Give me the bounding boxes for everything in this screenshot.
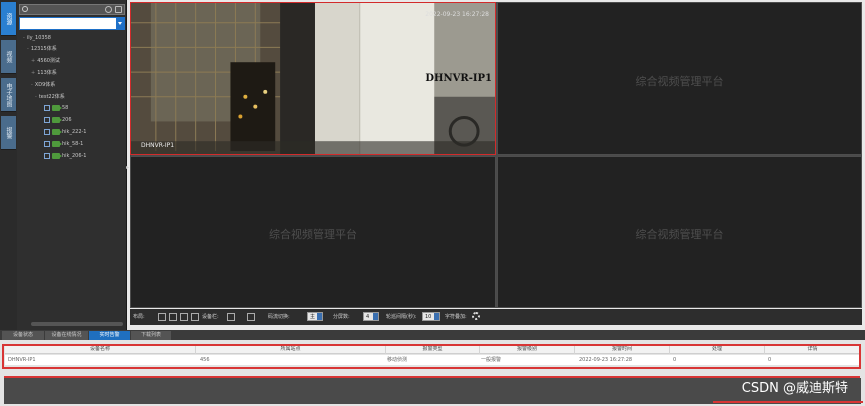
video-channel-title: DHNVR-IP1 (425, 73, 492, 84)
tree-scrollbar[interactable] (31, 322, 123, 326)
tree-filter-select[interactable] (19, 17, 125, 30)
rail-tab-alarm[interactable]: 报警 (1, 116, 16, 150)
chevron-down-icon (116, 18, 124, 29)
layout-label: 布局: (133, 314, 145, 320)
camera-icon (52, 140, 62, 147)
checkbox[interactable] (44, 128, 50, 135)
csdn-watermark: CSDN @威迪斯特 (741, 381, 848, 396)
bottom-tab-bar: 设备状态 设备在线情况 实时告警 下载列表 (0, 330, 865, 340)
search-icon (22, 6, 28, 12)
tree-camera[interactable]: hik_222-1 (44, 128, 86, 136)
video-cell-4[interactable]: 综合视频管理平台 (497, 156, 862, 308)
split-select[interactable]: 4 (363, 312, 379, 321)
layout-4-icon[interactable] (169, 313, 177, 321)
checkbox[interactable] (44, 104, 50, 111)
video-grid: 2022-09-23 16:27:28 DHNVR-IP1 DHNVR-IP1 … (130, 2, 862, 308)
rail-tab-resource[interactable]: 资源 (1, 2, 16, 36)
highlight-box (2, 344, 861, 369)
bottom-panel: 设备状态 设备在线情况 实时告警 下载列表 设备名称 所属站点 报警类型 报警级… (0, 330, 865, 406)
tree-camera[interactable]: 206 (44, 116, 72, 124)
tree-node[interactable]: -12315体系 (27, 45, 57, 53)
rail-tab-map[interactable]: 电子地图 (1, 78, 16, 112)
tree-node[interactable]: +4560测试 (31, 57, 60, 65)
tree-search-input[interactable] (19, 4, 125, 15)
tree-node[interactable]: - ily_10358 (23, 34, 51, 42)
checkbox[interactable] (44, 140, 50, 147)
video-placeholder-text: 综合视频管理平台 (635, 74, 724, 88)
camera-icon (52, 116, 62, 123)
gear-icon[interactable] (472, 312, 480, 320)
checkbox[interactable] (44, 152, 50, 159)
camera-icon (52, 152, 62, 159)
device-list-icon[interactable] (227, 313, 235, 321)
video-toolbar: 布局: 设备栏: 码流切换: 主 分屏数: 4 轮巡间隔(秒): 10 字符叠加… (130, 309, 862, 325)
device-tree-panel: - ily_10358 -12315体系 +4560测试 +113体系 - XD9体… (17, 0, 127, 330)
tab-device-online[interactable]: 设备在线情况 (45, 331, 88, 340)
split-label: 分屏数: (333, 314, 350, 320)
stream-label: 字符叠加: (445, 314, 467, 320)
video-cell-1[interactable]: 2022-09-23 16:27:28 DHNVR-IP1 DHNVR-IP1 (130, 2, 496, 155)
exit-icon[interactable] (247, 313, 255, 321)
interval-select[interactable]: 10 (422, 312, 440, 321)
fullscreen-icon[interactable] (191, 313, 199, 321)
flow-label: 码流切换: (268, 314, 290, 320)
video-placeholder-text: 综合视频管理平台 (269, 228, 357, 241)
highlight-line (4, 376, 860, 382)
checkbox[interactable] (44, 116, 50, 123)
camera-icon (52, 128, 62, 135)
rail-tab-video[interactable]: 视频 (1, 40, 16, 74)
video-timestamp: 2022-09-23 16:27:28 (425, 11, 489, 18)
layout-1-icon[interactable] (158, 313, 166, 321)
tree-camera[interactable]: 58 (44, 104, 68, 112)
collapse-icon[interactable] (115, 6, 122, 13)
video-channel-name: DHNVR-IP1 (141, 142, 175, 149)
panel-collapse-handle[interactable]: ▸ (126, 164, 129, 171)
close-all-icon[interactable] (180, 313, 188, 321)
side-tab-rail: 资源 视频 电子地图 报警 (0, 0, 17, 330)
refresh-icon[interactable] (105, 6, 112, 13)
tab-device-status[interactable]: 设备状态 (2, 331, 44, 340)
video-placeholder-text: 综合视频管理平台 (635, 228, 724, 241)
tree-camera[interactable]: hik_58-1 (44, 140, 83, 148)
tab-download-list[interactable]: 下载列表 (131, 331, 171, 340)
tab-realtime-alarm[interactable]: 实时告警 (89, 331, 130, 340)
tree-node[interactable]: - XD9体系 (31, 81, 55, 89)
tree-node[interactable]: +113体系 (31, 69, 57, 77)
device-label: 设备栏: (202, 314, 219, 320)
video-cell-2[interactable]: 综合视频管理平台 (497, 2, 862, 155)
app-window: 资源 视频 电子地图 报警 - ily_10358 -12315体系 +4560测… (0, 0, 865, 406)
camera-icon (52, 104, 62, 111)
interval-label: 轮巡间隔(秒): (386, 314, 417, 320)
flow-select[interactable]: 主 (307, 312, 323, 321)
tree-camera[interactable]: hik_206-1 (44, 152, 86, 160)
tree-node[interactable]: - test22体系 (35, 93, 65, 101)
highlight-underline (713, 401, 863, 403)
video-cell-3[interactable]: 综合视频管理平台 (130, 156, 496, 308)
